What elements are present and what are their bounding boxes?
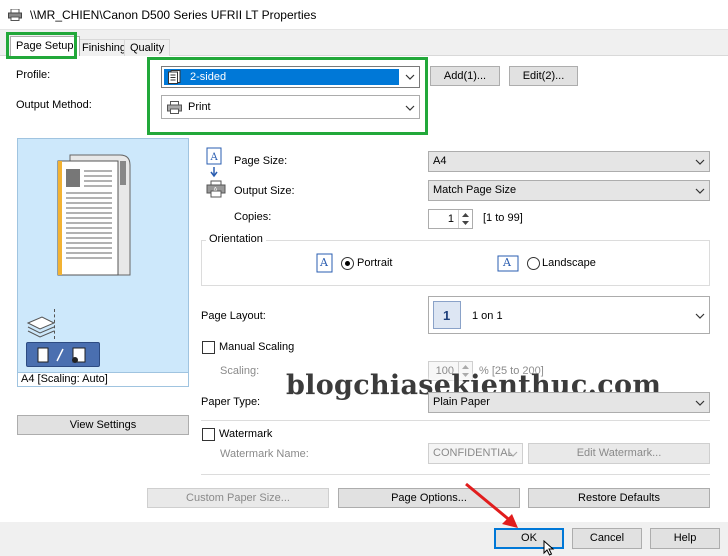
custom-paper-size-button[interactable]: Custom Paper Size... xyxy=(147,488,329,508)
print-icon xyxy=(167,101,182,114)
profile-label: Profile: xyxy=(16,69,51,81)
stack-divider xyxy=(54,309,55,339)
red-arrow-annotation xyxy=(465,482,518,528)
two-sided-icon xyxy=(168,70,181,84)
copies-value: 1 xyxy=(447,213,454,225)
window-title: \\MR_CHIEN\Canon D500 Series UFRII LT Pr… xyxy=(30,8,317,22)
watermark-name-label: Watermark Name: xyxy=(220,448,309,460)
page-size-label: Page Size: xyxy=(234,155,288,167)
page-layout-select[interactable]: 1 1 on 1 xyxy=(428,296,710,334)
profile-select[interactable]: 2-sided xyxy=(161,66,420,88)
landscape-radio[interactable] xyxy=(527,257,540,270)
page-size-icon: A xyxy=(206,147,222,178)
title-bar: \\MR_CHIEN\Canon D500 Series UFRII LT Pr… xyxy=(0,0,728,30)
page-layout-label: Page Layout: xyxy=(201,310,266,322)
separator xyxy=(201,474,710,475)
page-layout-icon-number: 1 xyxy=(443,308,451,323)
page-layout-value: 1 on 1 xyxy=(472,310,503,322)
help-button[interactable]: Help xyxy=(650,528,720,549)
chevron-down-icon xyxy=(695,313,705,319)
spin-arrows-icon xyxy=(462,213,469,225)
printer-icon xyxy=(8,9,22,21)
copies-stepper[interactable]: 1 xyxy=(428,209,473,229)
preview-caption: A4 [Scaling: Auto] xyxy=(17,372,189,387)
mouse-cursor-icon xyxy=(543,540,555,556)
chevron-down-icon xyxy=(695,159,705,165)
page-size-select[interactable]: A4 xyxy=(428,151,710,172)
copies-spin-arrows[interactable] xyxy=(458,210,472,228)
tab-highlight-box xyxy=(6,32,77,59)
svg-text:A: A xyxy=(210,152,219,163)
chevron-down-icon xyxy=(405,74,415,80)
edit-profile-button[interactable]: Edit(2)... xyxy=(509,66,578,86)
paper-type-select[interactable]: Plain Paper xyxy=(428,392,710,413)
chevron-down-icon xyxy=(695,188,705,194)
output-method-label: Output Method: xyxy=(16,99,92,111)
cancel-button[interactable]: Cancel xyxy=(572,528,642,549)
manual-scaling-label: Manual Scaling xyxy=(219,341,295,353)
output-size-label: Output Size: xyxy=(234,185,295,197)
output-size-select[interactable]: Match Page Size xyxy=(428,180,710,201)
copies-label: Copies: xyxy=(234,211,272,223)
duplex-mode-button[interactable] xyxy=(26,342,100,367)
portrait-label: Portrait xyxy=(357,257,393,269)
restore-defaults-button[interactable]: Restore Defaults xyxy=(528,488,710,508)
watermark-checkbox[interactable] xyxy=(202,428,215,441)
edit-watermark-button[interactable]: Edit Watermark... xyxy=(528,443,710,464)
landscape-icon-letter: A xyxy=(503,256,511,269)
watermark-name-select[interactable]: CONFIDENTIAL xyxy=(428,443,523,464)
chevron-down-icon xyxy=(695,400,705,406)
scaling-label: Scaling: xyxy=(220,365,260,377)
profile-value: 2-sided xyxy=(190,71,227,83)
separator xyxy=(201,420,710,421)
add-profile-button[interactable]: Add(1)... xyxy=(430,66,500,86)
landscape-label: Landscape xyxy=(542,257,596,269)
watermark-label: Watermark xyxy=(219,428,273,440)
chevron-down-icon xyxy=(508,451,518,457)
orientation-label: Orientation xyxy=(206,233,266,245)
paper-type-label: Paper Type: xyxy=(201,396,261,408)
page-preview xyxy=(17,138,189,386)
portrait-radio[interactable] xyxy=(341,257,354,270)
watermark-name-value: CONFIDENTIAL xyxy=(433,447,514,459)
paper-stack-icon xyxy=(26,316,56,338)
tab-quality[interactable]: Quality xyxy=(124,39,171,56)
manual-scaling-checkbox[interactable] xyxy=(202,341,215,354)
document-preview-image xyxy=(57,154,131,276)
output-size-icon: A xyxy=(206,180,226,198)
duplex-book-icon xyxy=(37,347,86,363)
page-size-value: A4 xyxy=(433,155,447,167)
view-settings-button[interactable]: View Settings xyxy=(17,415,189,435)
output-method-select[interactable]: Print xyxy=(161,95,420,119)
chevron-down-icon xyxy=(405,105,415,111)
portrait-icon-letter: A xyxy=(320,256,328,269)
output-method-value: Print xyxy=(188,101,211,113)
paper-type-value: Plain Paper xyxy=(433,396,490,408)
orientation-group xyxy=(201,240,710,286)
output-size-value: Match Page Size xyxy=(433,184,517,196)
copies-range: [1 to 99] xyxy=(483,212,523,224)
